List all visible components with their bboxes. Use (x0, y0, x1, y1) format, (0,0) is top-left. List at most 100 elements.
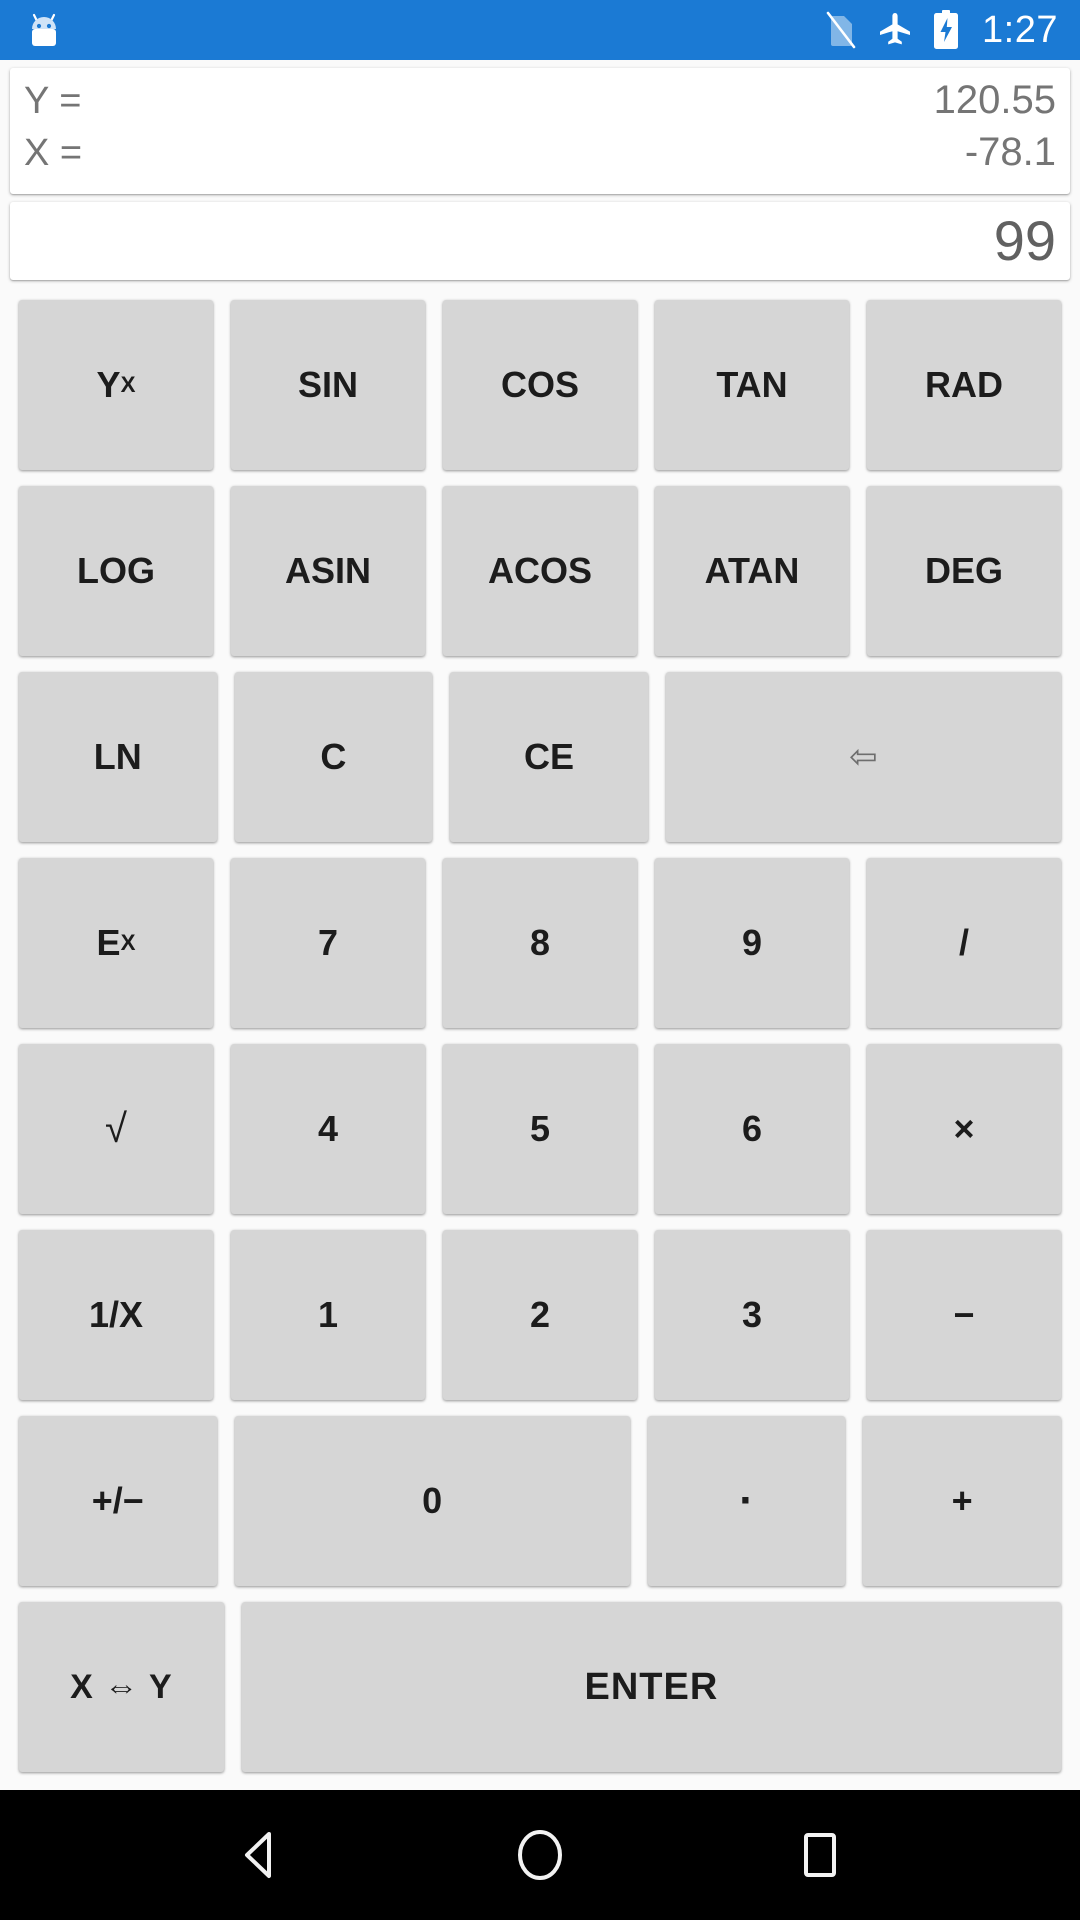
key-label: DEG (924, 550, 1003, 591)
status-bar-clock: 1:27 (982, 9, 1058, 51)
android-navigation-bar (0, 1790, 1080, 1920)
key-e-to-x-power[interactable]: EX (19, 858, 213, 1028)
key-digit-4[interactable]: 4 (231, 1044, 425, 1214)
key-label: + (951, 1480, 973, 1521)
status-bar-right: 1:27 (824, 10, 1058, 50)
key-label: − (953, 1294, 975, 1335)
home-icon (509, 1824, 571, 1886)
stack-row-x: X = -78.1 (24, 130, 1056, 182)
key-label: · (739, 1476, 754, 1525)
stack-value-y: 120.55 (933, 78, 1056, 122)
key-label: Y (96, 364, 121, 405)
key-label: 6 (741, 1108, 763, 1149)
key-label: 9 (741, 922, 763, 963)
key-label: 1/X (88, 1294, 144, 1335)
key-digit-7[interactable]: 7 (231, 858, 425, 1028)
key-subtract[interactable]: − (867, 1230, 1061, 1400)
airplane-mode-icon (876, 11, 914, 49)
key-clear-entry[interactable]: CE (450, 672, 648, 842)
key-row: E X 7 8 9 / (10, 850, 1070, 1036)
key-ln[interactable]: LN (19, 672, 217, 842)
key-swap-x-y[interactable]: X ⇔ Y (19, 1602, 224, 1772)
nav-back-button[interactable] (200, 1805, 320, 1905)
stack-label-y: Y = (24, 80, 82, 122)
key-digit-2[interactable]: 2 (443, 1230, 637, 1400)
key-asin[interactable]: ASIN (231, 486, 425, 656)
key-reciprocal[interactable]: 1/X (19, 1230, 213, 1400)
key-label: +/− (91, 1480, 144, 1521)
key-row: √ 4 5 6 × (10, 1036, 1070, 1222)
key-label: ⇦ (849, 738, 878, 776)
stack-display: Y = 120.55 X = -78.1 (10, 68, 1070, 194)
key-label: X ⇔ Y (70, 1668, 173, 1706)
key-multiply[interactable]: × (867, 1044, 1061, 1214)
key-label: 5 (529, 1108, 551, 1149)
key-tan[interactable]: TAN (655, 300, 849, 470)
key-label: ASIN (284, 550, 371, 591)
key-digit-5[interactable]: 5 (443, 1044, 637, 1214)
key-enter[interactable]: ENTER (241, 1602, 1061, 1772)
battery-charging-icon (932, 10, 960, 50)
android-robot-icon (26, 13, 62, 47)
key-sin[interactable]: SIN (231, 300, 425, 470)
calculator-keypad: Y X SIN COS TAN RAD LOG ASIN ACOS ATAN DEG LN C CE ⇦ E X… (0, 288, 1080, 1790)
back-icon (229, 1824, 291, 1886)
stack-row-y: Y = 120.55 (24, 78, 1056, 130)
key-rad[interactable]: RAD (867, 300, 1061, 470)
key-digit-6[interactable]: 6 (655, 1044, 849, 1214)
key-atan[interactable]: ATAN (655, 486, 849, 656)
key-label: RAD (925, 364, 1003, 405)
recents-icon (789, 1824, 851, 1886)
key-label: ENTER (584, 1666, 719, 1708)
key-label: SIN (297, 364, 358, 405)
calculator-display-area: Y = 120.55 X = -78.1 99 (0, 60, 1080, 288)
key-acos[interactable]: ACOS (443, 486, 637, 656)
key-sign-toggle[interactable]: +/− (19, 1416, 217, 1586)
key-decimal-point[interactable]: · (647, 1416, 846, 1586)
key-digit-8[interactable]: 8 (443, 858, 637, 1028)
key-row: X ⇔ Y ENTER (10, 1594, 1070, 1780)
key-row: 1/X 1 2 3 − (10, 1222, 1070, 1408)
key-label: × (953, 1108, 975, 1149)
key-label: 0 (422, 1480, 443, 1521)
key-y-to-x-power[interactable]: YX (19, 300, 213, 470)
no-sim-icon (824, 11, 858, 49)
key-digit-1[interactable]: 1 (231, 1230, 425, 1400)
key-cos[interactable]: COS (443, 300, 637, 470)
key-label: 4 (317, 1108, 339, 1149)
key-backspace[interactable]: ⇦ (665, 672, 1061, 842)
key-row: LOG ASIN ACOS ATAN DEG (10, 478, 1070, 664)
key-digit-0[interactable]: 0 (234, 1416, 630, 1586)
key-row: +/− 0 · + (10, 1408, 1070, 1594)
key-label: ATAN (704, 550, 800, 591)
key-add[interactable]: + (863, 1416, 1061, 1586)
key-label: 2 (529, 1294, 551, 1335)
key-label: COS (500, 364, 579, 405)
key-row: LN C CE ⇦ (10, 664, 1070, 850)
key-label: E (96, 922, 121, 963)
status-bar-left (26, 13, 62, 47)
key-label: √ (105, 1107, 127, 1151)
entry-display-value: 99 (993, 209, 1056, 272)
stack-value-x: -78.1 (964, 130, 1056, 174)
nav-home-button[interactable] (480, 1805, 600, 1905)
key-label: CE (523, 736, 574, 777)
key-label: C (320, 736, 347, 777)
key-deg[interactable]: DEG (867, 486, 1061, 656)
key-label: LN (93, 736, 142, 777)
key-label: TAN (716, 364, 788, 405)
key-label: ACOS (487, 550, 592, 591)
key-label: / (958, 922, 969, 963)
status-bar: 1:27 (0, 0, 1080, 60)
key-divide[interactable]: / (867, 858, 1061, 1028)
entry-display[interactable]: 99 (10, 202, 1070, 280)
key-log[interactable]: LOG (19, 486, 213, 656)
key-digit-3[interactable]: 3 (655, 1230, 849, 1400)
key-clear[interactable]: C (234, 672, 433, 842)
key-digit-9[interactable]: 9 (655, 858, 849, 1028)
key-square-root[interactable]: √ (19, 1044, 213, 1214)
nav-recents-button[interactable] (760, 1805, 880, 1905)
key-label: 8 (529, 922, 551, 963)
key-label: 3 (741, 1294, 763, 1335)
key-row: Y X SIN COS TAN RAD (10, 292, 1070, 478)
